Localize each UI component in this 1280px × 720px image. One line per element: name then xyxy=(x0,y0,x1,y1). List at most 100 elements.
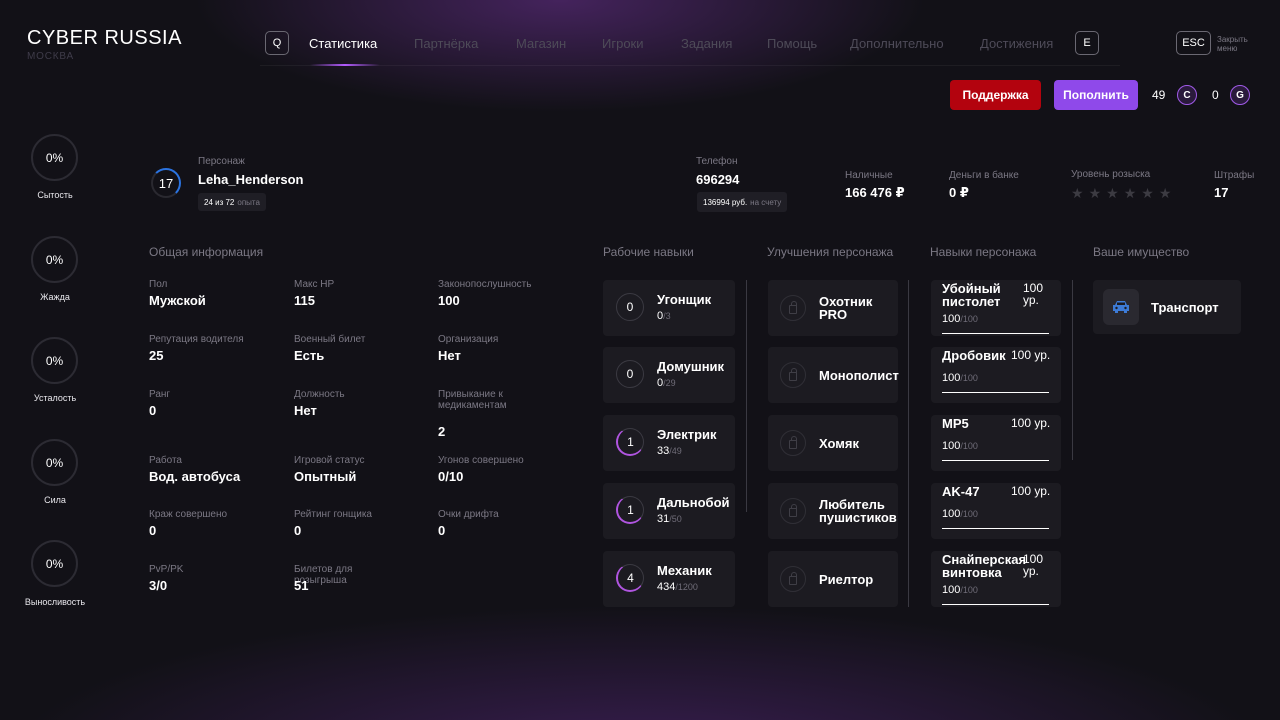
satiety-label: Сытость xyxy=(37,190,73,200)
character-name: Leha_Henderson xyxy=(198,172,304,187)
tab-achievements[interactable]: Достижения xyxy=(980,36,1053,51)
upgrade-name: Хомяк xyxy=(819,437,859,450)
general-field-value: Опытный xyxy=(294,469,357,484)
tab-players[interactable]: Игроки xyxy=(602,36,644,51)
upgrade-card[interactable]: Хомяк xyxy=(768,415,898,471)
char-skill-card[interactable]: AK-47 100 ур. 100/100 xyxy=(931,483,1061,539)
tab-shop[interactable]: Магазин xyxy=(516,36,566,51)
support-button[interactable]: Поддержка xyxy=(950,80,1041,110)
char-skills-scrollbar[interactable] xyxy=(1072,280,1073,460)
general-info-title: Общая информация xyxy=(149,245,264,259)
upgrades-title: Улучшения персонажа xyxy=(767,245,894,259)
tab-partner[interactable]: Партнёрка xyxy=(414,36,478,51)
tab-tasks[interactable]: Задания xyxy=(681,36,732,51)
skill-level-ring: 0 xyxy=(616,360,644,388)
wanted-stars: ★ ★ ★ ★ ★ ★ xyxy=(1071,186,1171,200)
work-skill-name: Электрик xyxy=(657,427,717,442)
tab-additional[interactable]: Дополнительно xyxy=(850,36,944,51)
char-skill-card[interactable]: Снайперская винтовка 100 ур. 100/100 xyxy=(931,551,1061,607)
char-skill-progress: 100/100 xyxy=(942,508,978,520)
general-field-label: Макс HP xyxy=(294,279,335,290)
topup-button[interactable]: Пополнить xyxy=(1054,80,1138,110)
close-menu-label[interactable]: Закрыть меню xyxy=(1217,35,1267,53)
tab-statistics[interactable]: Статистика xyxy=(309,36,377,51)
char-skill-level: 100 ур. xyxy=(1011,417,1050,429)
general-field-value: 0/10 xyxy=(438,469,464,484)
work-skill-max: /29 xyxy=(663,378,676,388)
xp-suffix: опыта xyxy=(237,197,260,207)
upgrade-name-line1: Хомяк xyxy=(819,436,859,451)
work-skill-max: /3 xyxy=(663,311,671,321)
char-skill-current: 100 xyxy=(942,440,961,452)
esc-key[interactable]: ESC xyxy=(1176,31,1211,55)
char-skill-progress: 100/100 xyxy=(942,313,978,325)
char-skill-card[interactable]: Убойный пистолет 100 ур. 100/100 xyxy=(931,280,1061,336)
char-skill-level: 100 ур. xyxy=(1011,349,1050,361)
general-field-label: Угонов совершено xyxy=(438,455,524,466)
char-skills-title: Навыки персонажа xyxy=(930,245,1037,259)
char-skill-level-line2: ур. xyxy=(1023,564,1039,578)
phone-balance: 136994 руб. xyxy=(703,197,748,207)
skill-level-ring: 1 xyxy=(616,496,644,524)
work-skill-card[interactable]: 1 Электрик 33/49 xyxy=(603,415,735,471)
general-field-value: 0 xyxy=(149,523,157,538)
upgrade-name: Монополист xyxy=(819,369,899,382)
char-skill-card[interactable]: MP5 100 ур. 100/100 xyxy=(931,415,1061,471)
upgrade-card[interactable]: Любитель пушистиков xyxy=(768,483,898,539)
general-field-value: Нет xyxy=(294,403,317,418)
general-field-label: Рейтинг гонщика xyxy=(294,509,372,520)
lock-icon xyxy=(780,362,806,388)
skill-level-ring: 4 xyxy=(616,564,644,592)
currency-c-icon: C xyxy=(1177,85,1197,105)
work-skill-progress: 31/50 xyxy=(657,513,682,525)
general-field-label: Билетов для розыгрыша xyxy=(294,564,353,586)
work-skill-card[interactable]: 1 Дальнобой 31/50 xyxy=(603,483,735,539)
fatigue-label: Усталость xyxy=(33,393,77,403)
upgrade-name-line2: PRO xyxy=(819,307,848,322)
work-skill-progress: 0/29 xyxy=(657,377,676,389)
work-skill-name: Механик xyxy=(657,563,712,578)
general-field-value: 3/0 xyxy=(149,578,168,593)
star-icon: ★ xyxy=(1088,185,1102,201)
work-skill-card[interactable]: 4 Механик 434/1200 xyxy=(603,551,735,607)
lock-icon xyxy=(780,566,806,592)
skill-level-ring: 1 xyxy=(616,428,644,456)
work-skill-current: 31 xyxy=(657,513,670,525)
star-icon: ★ xyxy=(1158,185,1172,201)
general-field-value: 51 xyxy=(294,578,309,593)
work-skill-current: 33 xyxy=(657,445,670,457)
char-skill-name-line1: MP5 xyxy=(942,416,969,431)
upgrade-name-line2: пушистиков xyxy=(819,510,897,525)
upgrade-card[interactable]: Риелтор xyxy=(768,551,898,607)
general-field-value: 25 xyxy=(149,348,164,363)
phone-balance-pill: 136994 руб. на счету xyxy=(697,192,788,212)
upgrade-card[interactable]: Охотник PRO xyxy=(768,280,898,336)
star-icon: ★ xyxy=(1106,185,1119,201)
general-field-label: Очки дрифта xyxy=(438,509,499,520)
work-skill-card[interactable]: 0 Домушник 0/29 xyxy=(603,347,735,403)
char-skill-progress: 100/100 xyxy=(942,372,978,384)
char-skill-name: Дробовик xyxy=(942,349,1006,362)
char-skill-progress-bar xyxy=(942,528,1049,529)
work-skill-name: Домушник xyxy=(657,359,725,374)
fines-label: Штрафы xyxy=(1214,170,1255,181)
work-skill-progress: 0/3 xyxy=(657,310,671,322)
general-field-value: 2 xyxy=(438,424,446,439)
work-skills-scrollbar[interactable] xyxy=(746,280,747,512)
general-field-label: Репутация водителя xyxy=(149,334,244,345)
work-skill-name: Дальнобой xyxy=(657,495,730,510)
work-skill-card[interactable]: 0 Угонщик 0/3 xyxy=(603,280,735,336)
next-tab-key[interactable]: E xyxy=(1075,31,1099,55)
bank-value: 0 ₽ xyxy=(949,185,969,200)
work-skills-title: Рабочие навыки xyxy=(603,245,694,259)
star-icon: ★ xyxy=(1123,185,1137,201)
property-transport-card[interactable]: Транспорт xyxy=(1093,280,1241,334)
tab-help[interactable]: Помощь xyxy=(767,36,817,51)
char-skill-card[interactable]: Дробовик 100 ур. 100/100 xyxy=(931,347,1061,403)
work-skill-progress: 33/49 xyxy=(657,445,682,457)
lock-icon xyxy=(780,498,806,524)
upgrades-scrollbar[interactable] xyxy=(908,280,909,607)
work-skill-max: /50 xyxy=(669,514,682,524)
upgrade-card[interactable]: Монополист xyxy=(768,347,899,403)
char-skill-level-line1: 100 ур. xyxy=(1011,348,1051,362)
